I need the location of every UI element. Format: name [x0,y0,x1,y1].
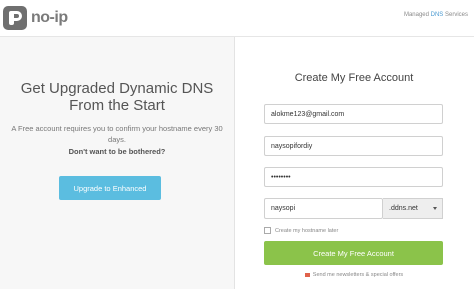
hostname-later-row: Create my hostname later [264,227,338,234]
newsletter-label: Send me newsletters & special offers [312,272,404,278]
hostname-later-checkbox[interactable] [264,227,271,234]
upgrade-headline: Get Upgraded Dynamic DNS From the Start [20,80,214,114]
noip-logo-icon [3,6,27,30]
password-field[interactable]: •••••••• [264,167,443,187]
domain-select[interactable]: .ddns.net [383,198,443,219]
hostname-field[interactable]: naysopi [264,198,383,219]
newsletter-row: Send me newsletters & special offers [264,272,444,278]
signup-form-title: Create My Free Account [294,72,414,84]
top-header: no-ip Managed DNS Services [0,0,474,37]
logo-text: no-ip [31,9,68,26]
username-field[interactable]: naysopifordiy [264,136,443,156]
upgrade-panel [0,37,235,289]
create-account-button[interactable]: Create My Free Account [264,241,443,265]
chevron-down-icon [433,207,437,210]
upgrade-to-enhanced-button[interactable]: Upgrade to Enhanced [59,176,161,200]
header-tagline: Managed DNS Services [403,12,468,18]
newsletter-checkbox[interactable] [304,273,310,277]
noip-logo[interactable]: no-ip [3,3,123,33]
hostname-later-label: Create my hostname later [275,227,339,234]
email-field[interactable]: alokme123@gmail.com [264,104,443,124]
upgrade-description: A Free account requires you to confirm y… [11,124,223,144]
domain-select-value: .ddns.net [389,205,418,212]
upgrade-callout: Don't want to be bothered? [68,147,166,156]
